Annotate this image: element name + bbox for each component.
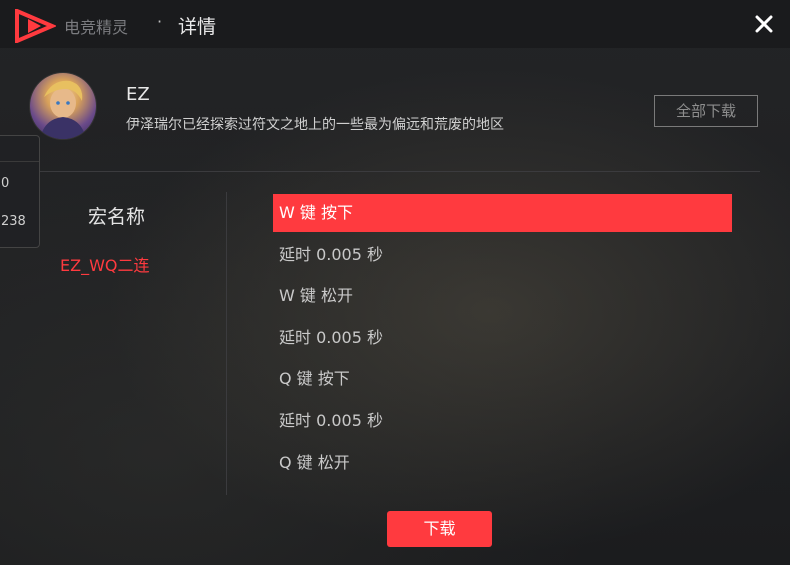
title-separator: · [157,12,163,31]
macro-list-item[interactable]: EZ_WQ二连 [60,252,150,276]
side-panel: 0 238 [0,135,40,248]
column-divider [226,192,227,495]
app-name: 电竞精灵 [64,18,129,37]
side-panel-value: 0 [1,176,10,191]
page-title: 详情 [178,16,217,38]
download-button[interactable]: 下载 [387,511,492,547]
macro-step[interactable]: W 键 按下 [273,194,732,232]
hero-avatar [30,73,96,139]
macro-step[interactable]: Q 键 按下 [273,360,732,398]
close-icon[interactable] [748,8,780,40]
download-all-button[interactable]: 全部下载 [654,95,758,127]
macro-step[interactable]: Q 键 松开 [273,444,732,482]
hero-description: 伊泽瑞尔已经探索过符文之地上的一些最为偏远和荒废的地区 [126,117,504,133]
macro-step[interactable]: W 键 松开 [273,277,732,315]
title-bar: 电竞精灵 · 详情 [0,0,790,48]
header-divider [30,171,760,172]
macro-step[interactable]: 延时 0.005 秒 [273,402,732,440]
macro-steps-list: W 键 按下 延时 0.005 秒 W 键 松开 延时 0.005 秒 Q 键 … [273,194,732,485]
side-panel-value: 238 [1,214,26,229]
app-logo-icon [15,9,56,43]
macro-name-heading: 宏名称 [88,206,146,228]
hero-name: EZ [126,84,150,105]
hero-portrait-icon [40,80,86,139]
macro-step[interactable]: 延时 0.005 秒 [273,236,732,274]
macro-step[interactable]: 延时 0.005 秒 [273,319,732,357]
side-panel-divider [0,161,39,162]
